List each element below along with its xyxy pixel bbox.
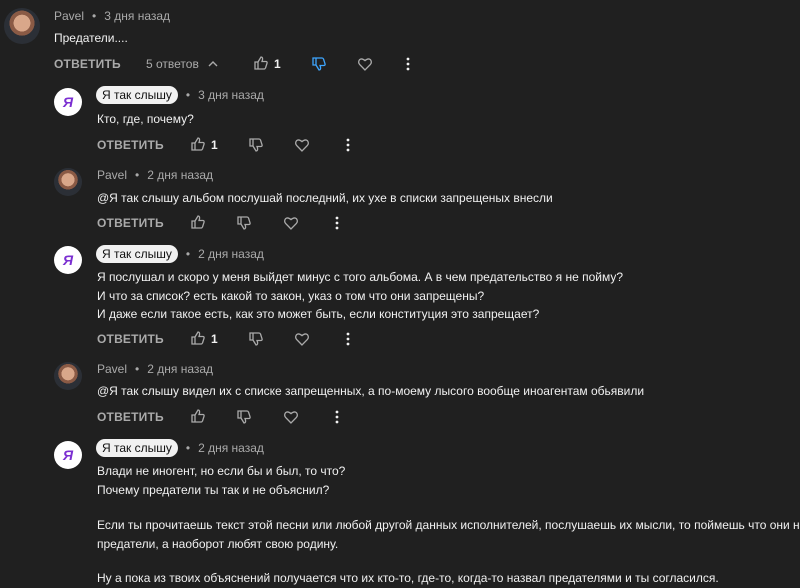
reply-header: Pavel • 2 дня назад	[97, 362, 213, 376]
reply-button[interactable]: ОТВЕТИТЬ	[97, 216, 164, 230]
thumbs-down-icon[interactable]	[236, 409, 252, 425]
thumbs-up-icon[interactable]	[190, 330, 206, 346]
heart-icon[interactable]	[294, 137, 310, 153]
avatar-letter: Я	[62, 252, 74, 268]
comment-header: Pavel • 3 дня назад	[54, 9, 170, 23]
chevron-up-icon	[207, 58, 219, 70]
thumbs-down-icon[interactable]	[236, 215, 252, 231]
like-count: 1	[274, 57, 281, 71]
reply-header: Pavel • 2 дня назад	[97, 168, 213, 182]
author-name[interactable]: Pavel	[54, 9, 84, 23]
reply-text-line: Влади не иногент, но если бы и был, то ч…	[97, 464, 346, 478]
heart-icon[interactable]	[294, 331, 310, 347]
reply-text-line: И даже если такое есть, как это может бы…	[97, 307, 540, 321]
timestamp[interactable]: 2 дня назад	[198, 441, 264, 455]
like-count: 1	[211, 332, 218, 346]
more-vert-icon[interactable]	[333, 215, 341, 231]
reply-header: Я так слышу • 2 дня назад	[96, 439, 264, 457]
comment-text: Предатели....	[54, 31, 128, 45]
avatar-pavel[interactable]	[54, 168, 82, 196]
replies-toggle[interactable]: 5 ответов	[146, 57, 219, 71]
thumbs-down-icon[interactable]	[248, 137, 264, 153]
avatar-ya-tak-slyshu[interactable]: Я	[54, 88, 82, 116]
reply-text-line: @Я так слышу альбом послушай последний, …	[97, 191, 553, 205]
separator-dot: •	[92, 9, 97, 23]
author-name[interactable]: Я так слышу	[96, 245, 178, 263]
more-vert-icon[interactable]	[404, 56, 412, 72]
reply-button[interactable]: ОТВЕТИТЬ	[97, 138, 164, 152]
timestamp[interactable]: 2 дня назад	[147, 168, 213, 182]
heart-icon[interactable]	[283, 409, 299, 425]
separator-dot: •	[135, 362, 140, 376]
author-name[interactable]: Я так слышу	[96, 86, 178, 104]
separator-dot: •	[185, 88, 191, 102]
timestamp[interactable]: 3 дня назад	[104, 9, 170, 23]
separator-dot: •	[185, 441, 191, 455]
avatar-pavel[interactable]	[54, 362, 82, 390]
reply-button[interactable]: ОТВЕТИТЬ	[54, 57, 121, 71]
avatar-ya-tak-slyshu[interactable]: Я	[54, 246, 82, 274]
more-vert-icon[interactable]	[344, 331, 352, 347]
timestamp[interactable]: 3 дня назад	[198, 88, 264, 102]
thumbs-down-icon[interactable]	[248, 331, 264, 347]
reply-text-line: И что за список? есть какой то закон, ук…	[97, 289, 485, 303]
thumbs-up-icon[interactable]	[190, 408, 206, 424]
reply-text-line: Если ты прочитаешь текст этой песни или …	[97, 518, 800, 532]
reply-header: Я так слышу • 2 дня назад	[96, 245, 264, 263]
reply-text-line: Кто, где, почему?	[97, 112, 194, 126]
avatar-letter: Я	[62, 94, 74, 110]
heart-icon[interactable]	[357, 56, 373, 72]
author-name[interactable]: Я так слышу	[96, 439, 178, 457]
thumbs-up-icon[interactable]	[190, 136, 206, 152]
avatar-letter: Я	[62, 447, 74, 463]
replies-count: 5 ответов	[146, 57, 199, 71]
reply-header: Я так слышу • 3 дня назад	[96, 86, 264, 104]
thumbs-up-icon[interactable]	[253, 55, 269, 71]
reply-button[interactable]: ОТВЕТИТЬ	[97, 332, 164, 346]
heart-icon[interactable]	[283, 215, 299, 231]
separator-dot: •	[135, 168, 140, 182]
thumbs-up-icon[interactable]	[190, 214, 206, 230]
timestamp[interactable]: 2 дня назад	[147, 362, 213, 376]
reply-text-line: Ну а пока из твоих объяснений получается…	[97, 571, 719, 585]
separator-dot: •	[185, 247, 191, 261]
reply-text-line: Я послушал и скоро у меня выйдет минус с…	[97, 270, 624, 284]
author-name[interactable]: Pavel	[97, 362, 127, 376]
timestamp[interactable]: 2 дня назад	[198, 247, 264, 261]
reply-text-line: Почему предатели ты так и не объяснил?	[97, 483, 330, 497]
reply-text-line: @Я так слышу видел их с списке запрещенн…	[97, 384, 645, 398]
avatar-pavel[interactable]	[4, 8, 40, 44]
reply-button[interactable]: ОТВЕТИТЬ	[97, 410, 164, 424]
avatar-ya-tak-slyshu[interactable]: Я	[54, 441, 82, 469]
more-vert-icon[interactable]	[344, 137, 352, 153]
more-vert-icon[interactable]	[333, 409, 341, 425]
thumbs-down-icon[interactable]	[311, 56, 327, 72]
like-count: 1	[211, 138, 218, 152]
author-name[interactable]: Pavel	[97, 168, 127, 182]
reply-text-line: предатели, а наоборот любят свою родину.	[97, 537, 339, 551]
